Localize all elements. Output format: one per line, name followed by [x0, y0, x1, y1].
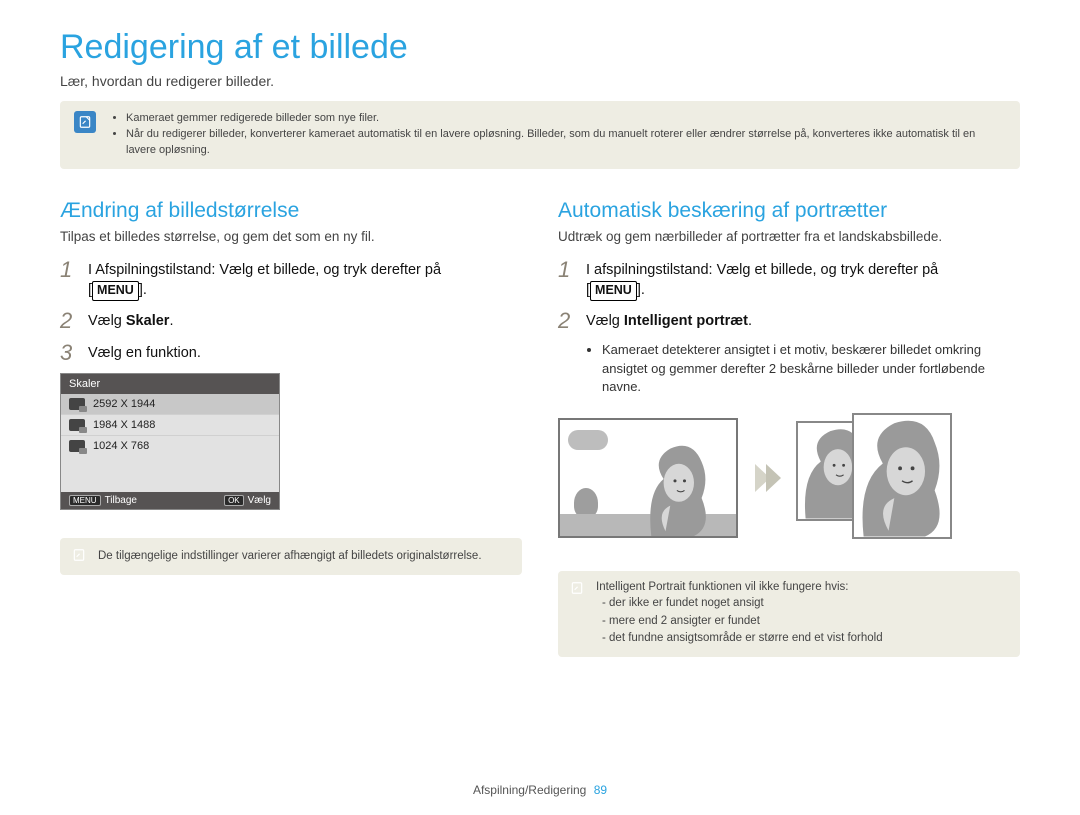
skaler-option[interactable]: 1984 X 1488	[61, 415, 279, 436]
arrow-right-icon	[752, 458, 782, 498]
left-heading: Ændring af billedstørrelse	[60, 199, 522, 223]
step-2-text-c: .	[169, 313, 173, 329]
skaler-panel: Skaler 2592 X 1944 1984 X 1488 1024 X 76…	[60, 373, 280, 510]
resolution-icon	[69, 398, 85, 410]
r-step-1-body: I afspilningstilstand: Vælg et billede, …	[586, 258, 938, 301]
face-icon	[636, 441, 714, 536]
skaler-row-label: 1024 X 768	[93, 440, 149, 452]
step-2-body: Vælg Skaler.	[88, 309, 173, 331]
left-sub: Tilpas et billedes størrelse, og gem det…	[60, 229, 522, 244]
right-note-point: mere end 2 ansigter er fundet	[596, 613, 883, 630]
right-heading: Automatisk beskæring af portrætter	[558, 199, 1020, 223]
step-3-body: Vælg en funktion.	[88, 341, 201, 363]
skaler-head: Skaler	[61, 374, 279, 394]
skaler-option[interactable]: 2592 X 1944	[61, 394, 279, 415]
left-note-box: De tilgængelige indstillinger varierer a…	[60, 538, 522, 575]
step-1-text: I Afspilningstilstand: Vælg et billede, …	[88, 262, 441, 278]
info-bullet: Kameraet gemmer redigerede billeder som …	[126, 111, 1006, 127]
ok-button[interactable]: OK Vælg	[224, 495, 271, 506]
r-step-1-text: I afspilningstilstand: Vælg et billede, …	[586, 262, 938, 278]
note-icon	[74, 111, 96, 133]
resolution-icon	[69, 419, 85, 431]
top-info-box: Kameraet gemmer redigerede billeder som …	[60, 101, 1020, 169]
step-num-2: 2	[60, 309, 78, 333]
r-step-2-body: Vælg Intelligent portræt.	[586, 309, 752, 331]
note-icon	[570, 581, 584, 598]
step-1-text-end: .	[143, 282, 147, 298]
step-2-text-a: Vælg	[88, 313, 126, 329]
r-sub-bullet: Kameraet detekterer ansigtet i et motiv,…	[602, 341, 1020, 398]
menu-pill: MENU	[69, 495, 101, 506]
r-step-num-2: 2	[558, 309, 576, 333]
right-column: Automatisk beskæring af portrætter Udtræ…	[558, 199, 1020, 657]
right-note-box: Intelligent Portrait funktionen vil ikke…	[558, 571, 1020, 657]
menu-label-right: MENU	[590, 281, 637, 301]
back-button[interactable]: MENU Tilbage	[69, 495, 137, 506]
r-step-1-text-end: .	[641, 282, 645, 298]
menu-label-left: MENU	[92, 281, 139, 301]
right-note-title: Intelligent Portrait funktionen vil ikke…	[596, 581, 883, 593]
right-note-point: der ikke er fundet noget ansigt	[596, 595, 883, 612]
page-footer: Afspilning/Redigering 89	[0, 783, 1080, 797]
r-step-num-1: 1	[558, 258, 576, 282]
resolution-icon	[69, 440, 85, 452]
right-note-point: det fundne ansigtsområde er større end e…	[596, 630, 883, 647]
skaler-row-label: 2592 X 1944	[93, 398, 155, 410]
step-num-1: 1	[60, 258, 78, 282]
cloud-icon	[568, 430, 608, 450]
crop-image-large	[852, 413, 952, 539]
ok-pill: OK	[224, 495, 244, 506]
portrait-diagram	[558, 413, 1020, 543]
page-title: Redigering af et billede	[60, 28, 1020, 67]
ok-label: Vælg	[248, 495, 271, 506]
step-num-3: 3	[60, 341, 78, 365]
info-bullet: Når du redigerer billeder, konverterer k…	[126, 127, 1006, 159]
r-step-2-text-b: Intelligent portræt	[624, 313, 748, 329]
footer-chapter: Afspilning/Redigering	[473, 783, 586, 797]
step-2-text-b: Skaler	[126, 313, 170, 329]
step-1-body: I Afspilningstilstand: Vælg et billede, …	[88, 258, 441, 301]
cropped-images	[796, 413, 966, 543]
skaler-row-label: 1984 X 1488	[93, 419, 155, 431]
back-label: Tilbage	[105, 495, 137, 506]
skaler-option[interactable]: 1024 X 768	[61, 436, 279, 456]
r-step-2-text-a: Vælg	[586, 313, 624, 329]
footer-page-number: 89	[594, 783, 607, 797]
note-icon	[72, 548, 86, 565]
left-column: Ændring af billedstørrelse Tilpas et bil…	[60, 199, 522, 657]
landscape-image	[558, 418, 738, 538]
right-sub: Udtræk og gem nærbilleder af portrætter …	[558, 229, 1020, 244]
r-step-2-text-c: .	[748, 313, 752, 329]
page-subtitle: Lær, hvordan du redigerer billeder.	[60, 73, 1020, 89]
left-note-text: De tilgængelige indstillinger varierer a…	[98, 548, 482, 565]
